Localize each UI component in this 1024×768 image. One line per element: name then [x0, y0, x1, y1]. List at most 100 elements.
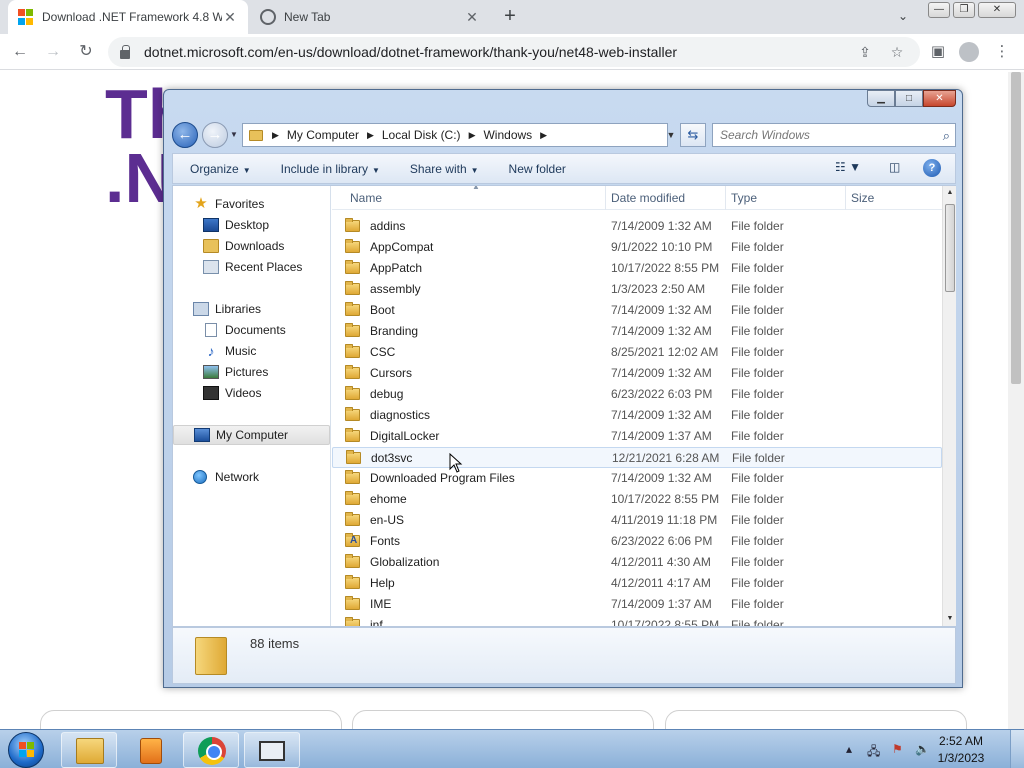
- column-divider[interactable]: [725, 186, 726, 210]
- column-date-modified[interactable]: Date modified: [611, 191, 685, 205]
- file-row[interactable]: AppCompat 9/1/2022 10:10 PM File folder: [332, 237, 942, 258]
- tab-new-tab[interactable]: New Tab ✕: [250, 0, 490, 34]
- file-row[interactable]: DigitalLocker 7/14/2009 1:37 AM File folde…: [332, 426, 942, 447]
- file-row[interactable]: assembly 1/3/2023 2:50 AM File folder: [332, 279, 942, 300]
- explorer-refresh-icon[interactable]: ⇆: [680, 123, 706, 147]
- file-row[interactable]: dot3svc 12/21/2021 6:28 AM File folder: [332, 447, 942, 468]
- tab-close-icon[interactable]: ✕: [222, 9, 238, 26]
- bookmark-star-icon[interactable]: ☆: [888, 44, 906, 62]
- nav-documents[interactable]: Documents: [173, 320, 330, 340]
- nav-my-computer[interactable]: My Computer: [173, 425, 330, 445]
- nav-network[interactable]: Network: [173, 467, 330, 487]
- address-bar[interactable]: dotnet.microsoft.com/en-us/download/dotn…: [108, 37, 920, 67]
- file-row[interactable]: addins 7/14/2009 1:32 AM File folder: [332, 216, 942, 237]
- page-scroll-thumb[interactable]: [1011, 72, 1021, 384]
- explorer-back-icon[interactable]: ←: [172, 122, 198, 148]
- new-tab-button[interactable]: +: [498, 5, 522, 29]
- tab-dotnet-download[interactable]: Download .NET Framework 4.8 W ✕: [8, 0, 248, 34]
- explorer-maximize-button[interactable]: □: [895, 90, 923, 107]
- recent-pages-chevron-icon[interactable]: ▼: [230, 130, 238, 139]
- file-row[interactable]: IME 7/14/2009 1:37 AM File folder: [332, 594, 942, 615]
- file-row[interactable]: ehome 10/17/2022 8:55 PM File folder: [332, 489, 942, 510]
- taskbar-media-player-button[interactable]: [122, 732, 178, 768]
- include-in-library-button[interactable]: Include in library ▼: [281, 162, 380, 176]
- help-icon[interactable]: ?: [923, 159, 941, 177]
- file-row[interactable]: Cursors 7/14/2009 1:32 AM File folder: [332, 363, 942, 384]
- scroll-down-arrow-icon[interactable]: ▼: [943, 612, 957, 626]
- preview-pane-icon[interactable]: ◫: [889, 160, 900, 178]
- tab-close-icon[interactable]: ✕: [464, 9, 480, 26]
- action-center-flag-icon[interactable]: ⚑: [892, 742, 903, 756]
- nav-libraries[interactable]: Libraries: [173, 299, 330, 319]
- taskbar-remote-desktop-button[interactable]: [244, 732, 300, 768]
- new-folder-button[interactable]: New folder: [509, 162, 566, 176]
- share-icon[interactable]: ⇪: [856, 44, 874, 62]
- file-row[interactable]: CSC 8/25/2021 12:02 AM File folder: [332, 342, 942, 363]
- nav-desktop[interactable]: Desktop: [173, 215, 330, 235]
- file-row[interactable]: inf 10/17/2022 8:55 PM File folder: [332, 615, 942, 626]
- explorer-close-button[interactable]: ✕: [923, 90, 956, 107]
- folder-icon: [345, 470, 360, 484]
- start-button[interactable]: [8, 732, 44, 768]
- file-row[interactable]: Globalization 4/12/2011 4:30 AM File folde…: [332, 552, 942, 573]
- share-with-button[interactable]: Share with ▼: [410, 162, 479, 176]
- column-divider[interactable]: [605, 186, 606, 210]
- side-panel-icon[interactable]: ▣: [926, 40, 950, 64]
- nav-downloads[interactable]: Downloads: [173, 236, 330, 256]
- browser-minimize-button[interactable]: —: [928, 2, 950, 18]
- back-arrow-icon[interactable]: ←: [8, 40, 32, 64]
- address-dropdown-icon[interactable]: ▼: [664, 123, 678, 147]
- forward-arrow-icon[interactable]: →: [41, 40, 65, 64]
- column-size[interactable]: Size: [851, 191, 874, 205]
- file-row[interactable]: en-US 4/11/2019 11:18 PM File folder: [332, 510, 942, 531]
- column-type[interactable]: Type: [731, 191, 757, 205]
- nav-favorites[interactable]: ★ Favorites: [173, 194, 330, 214]
- taskbar-explorer-button[interactable]: [61, 732, 117, 768]
- breadcrumb-windows[interactable]: Windows: [483, 128, 532, 142]
- column-name[interactable]: Name: [350, 191, 382, 205]
- breadcrumb-separator-icon[interactable]: ▶: [367, 130, 374, 141]
- chrome-menu-icon[interactable]: ⋮: [990, 40, 1014, 64]
- file-row[interactable]: diagnostics 7/14/2009 1:32 AM File folder: [332, 405, 942, 426]
- file-name: Boot: [370, 303, 395, 317]
- reload-icon[interactable]: ↻: [74, 40, 98, 64]
- breadcrumb-my-computer[interactable]: My Computer: [287, 128, 359, 142]
- page-scrollbar[interactable]: [1008, 72, 1024, 730]
- file-row[interactable]: AppPatch 10/17/2022 8:55 PM File folder: [332, 258, 942, 279]
- show-hidden-icons-icon[interactable]: ▴: [846, 742, 852, 756]
- nav-music[interactable]: ♪ Music: [173, 341, 330, 361]
- explorer-forward-icon[interactable]: →: [202, 122, 228, 148]
- breadcrumb-separator-icon[interactable]: ▶: [469, 130, 476, 141]
- tab-search-chevron-icon[interactable]: ⌄: [898, 9, 908, 23]
- breadcrumb-separator-icon[interactable]: ▶: [272, 130, 279, 141]
- nav-recent-places[interactable]: Recent Places: [173, 257, 330, 277]
- show-desktop-button[interactable]: [1010, 730, 1024, 768]
- file-row[interactable]: Boot 7/14/2009 1:32 AM File folder: [332, 300, 942, 321]
- explorer-minimize-button[interactable]: ▁: [867, 90, 895, 107]
- nav-videos[interactable]: Videos: [173, 383, 330, 403]
- file-list-scrollbar[interactable]: ▲ ▼: [942, 186, 956, 626]
- explorer-breadcrumb[interactable]: ▶ My Computer ▶ Local Disk (C:) ▶ Window…: [242, 123, 668, 147]
- search-icon[interactable]: ⌕: [943, 128, 950, 144]
- file-row[interactable]: Fonts 6/23/2022 6:06 PM File folder: [332, 531, 942, 552]
- taskbar-clock[interactable]: 2:52 AM 1/3/2023: [926, 733, 996, 767]
- file-row[interactable]: Branding 7/14/2009 1:32 AM File folder: [332, 321, 942, 342]
- explorer-search-input[interactable]: Search Windows ⌕: [712, 123, 956, 147]
- scroll-thumb[interactable]: [945, 204, 955, 292]
- column-divider[interactable]: [845, 186, 846, 210]
- file-date-modified: 7/14/2009 1:32 AM: [611, 219, 712, 233]
- taskbar-chrome-button[interactable]: [183, 732, 239, 768]
- view-options-icon[interactable]: ☷ ▼: [835, 160, 861, 178]
- organize-menu-button[interactable]: Organize ▼: [190, 162, 251, 176]
- browser-close-button[interactable]: ✕: [978, 2, 1016, 18]
- file-row[interactable]: Downloaded Program Files 7/14/2009 1:32 A…: [332, 468, 942, 489]
- nav-pictures[interactable]: Pictures: [173, 362, 330, 382]
- scroll-up-arrow-icon[interactable]: ▲: [943, 186, 957, 200]
- breadcrumb-local-disk[interactable]: Local Disk (C:): [382, 128, 461, 142]
- breadcrumb-separator-icon[interactable]: ▶: [540, 130, 547, 141]
- browser-restore-button[interactable]: ❐: [953, 2, 975, 18]
- network-status-icon[interactable]: 🖧: [867, 742, 880, 763]
- file-row[interactable]: debug 6/23/2022 6:03 PM File folder: [332, 384, 942, 405]
- profile-avatar-icon[interactable]: [957, 40, 981, 64]
- file-row[interactable]: Help 4/12/2011 4:17 AM File folder: [332, 573, 942, 594]
